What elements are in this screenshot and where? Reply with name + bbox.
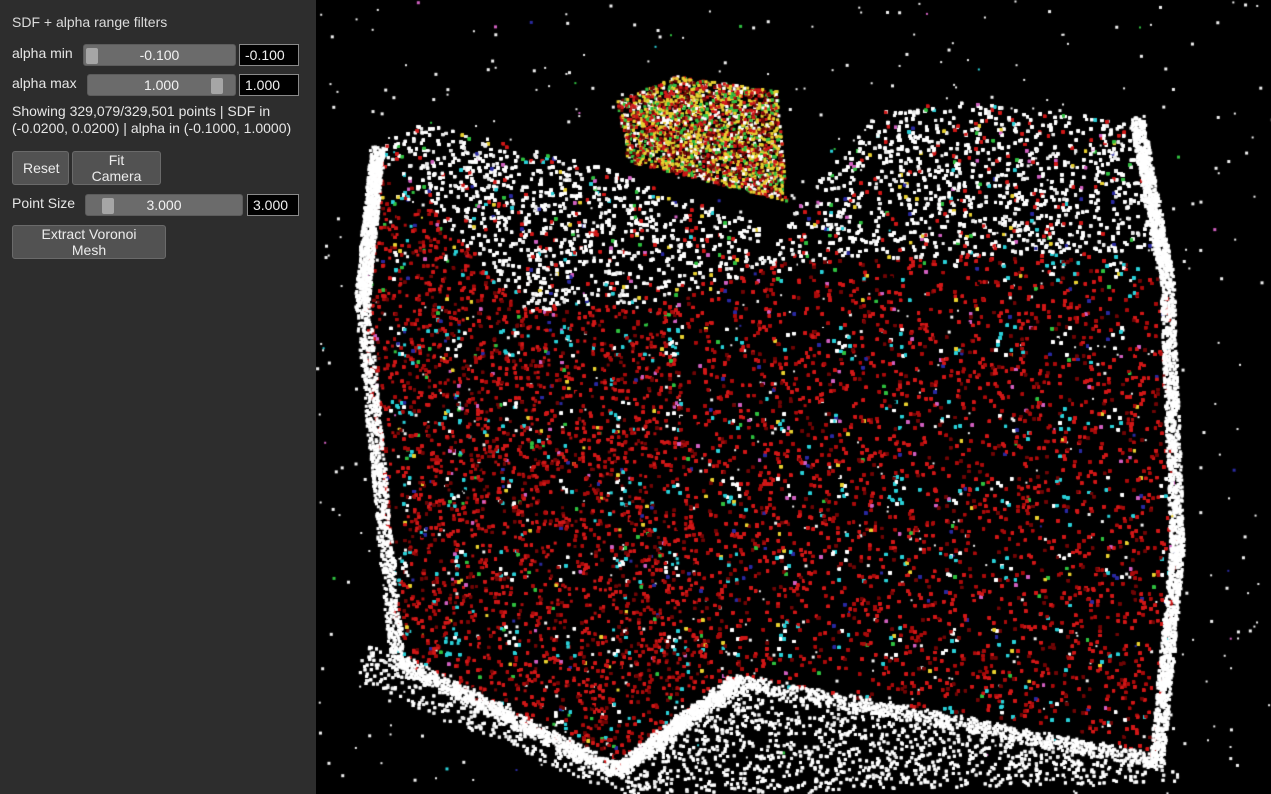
alpha-min-input[interactable]: [239, 44, 299, 66]
alpha-min-slider-handle[interactable]: [86, 48, 98, 64]
alpha-max-input[interactable]: [239, 74, 299, 96]
point-cloud-canvas[interactable]: [316, 0, 1271, 794]
panel-title: SDF + alpha range filters: [12, 14, 168, 30]
alpha-min-slider-value: -0.100: [139, 47, 180, 63]
alpha-max-slider-handle[interactable]: [211, 78, 223, 94]
alpha-min-slider[interactable]: -0.100: [83, 44, 236, 66]
alpha-min-label: alpha min: [12, 45, 73, 61]
point-size-label: Point Size: [12, 195, 76, 211]
reset-button[interactable]: Reset: [12, 151, 69, 185]
point-size-slider-handle[interactable]: [102, 198, 114, 214]
point-size-input[interactable]: [247, 194, 299, 216]
point-size-slider[interactable]: 3.000: [85, 194, 243, 216]
points-status-text: Showing 329,079/329,501 points | SDF in …: [12, 103, 292, 136]
3d-viewport[interactable]: [316, 0, 1271, 794]
extract-voronoi-mesh-button[interactable]: Extract Voronoi Mesh: [12, 225, 166, 259]
alpha-max-slider[interactable]: 1.000: [87, 74, 236, 96]
control-panel: SDF + alpha range filters alpha min -0.1…: [0, 0, 316, 794]
alpha-max-label: alpha max: [12, 75, 77, 91]
fit-camera-button[interactable]: Fit Camera: [72, 151, 161, 185]
